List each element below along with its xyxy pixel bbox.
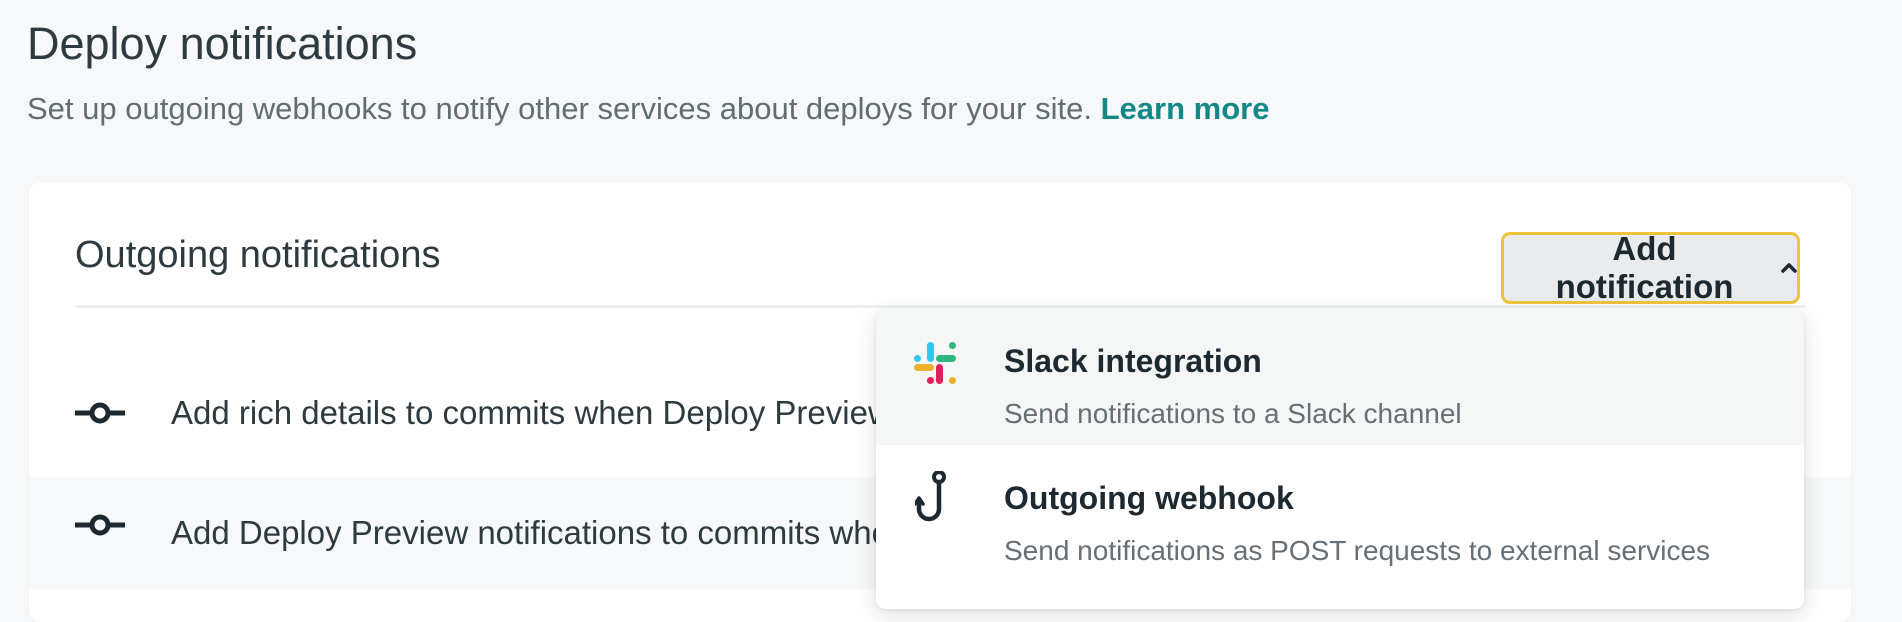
- add-notification-menu: Slack integration Send notifications to …: [876, 309, 1804, 609]
- notification-row-text: Add Deploy Preview notifications to comm…: [171, 514, 890, 551]
- menu-item-title: Slack integration: [1004, 343, 1262, 379]
- chevron-up-icon: [1781, 262, 1797, 274]
- learn-more-link[interactable]: Learn more: [1101, 91, 1270, 126]
- add-notification-label: Add notification: [1555, 230, 1734, 305]
- menu-item-description: Send notifications to a Slack channel: [1004, 398, 1462, 429]
- commit-icon: [75, 401, 125, 430]
- menu-item-slack-integration[interactable]: Slack integration Send notifications to …: [876, 309, 1804, 445]
- menu-item-description: Send notifications as POST requests to e…: [1004, 535, 1711, 566]
- card-divider: [75, 305, 1805, 308]
- add-notification-button[interactable]: Add notification: [1501, 230, 1800, 305]
- page-description: Set up outgoing webhooks to notify other…: [27, 91, 1269, 127]
- menu-item-title: Outgoing webhook: [1004, 480, 1294, 516]
- menu-item-outgoing-webhook[interactable]: Outgoing webhook Send notifications as P…: [876, 456, 1804, 592]
- slack-icon: [912, 340, 958, 391]
- commit-icon: [75, 513, 125, 542]
- webhook-hook-icon: [913, 470, 949, 528]
- page-description-text: Set up outgoing webhooks to notify other…: [27, 91, 1092, 126]
- notification-row-text: Add rich details to commits when Deploy …: [171, 394, 909, 431]
- card-title: Outgoing notifications: [75, 234, 441, 276]
- page-title: Deploy notifications: [27, 18, 418, 69]
